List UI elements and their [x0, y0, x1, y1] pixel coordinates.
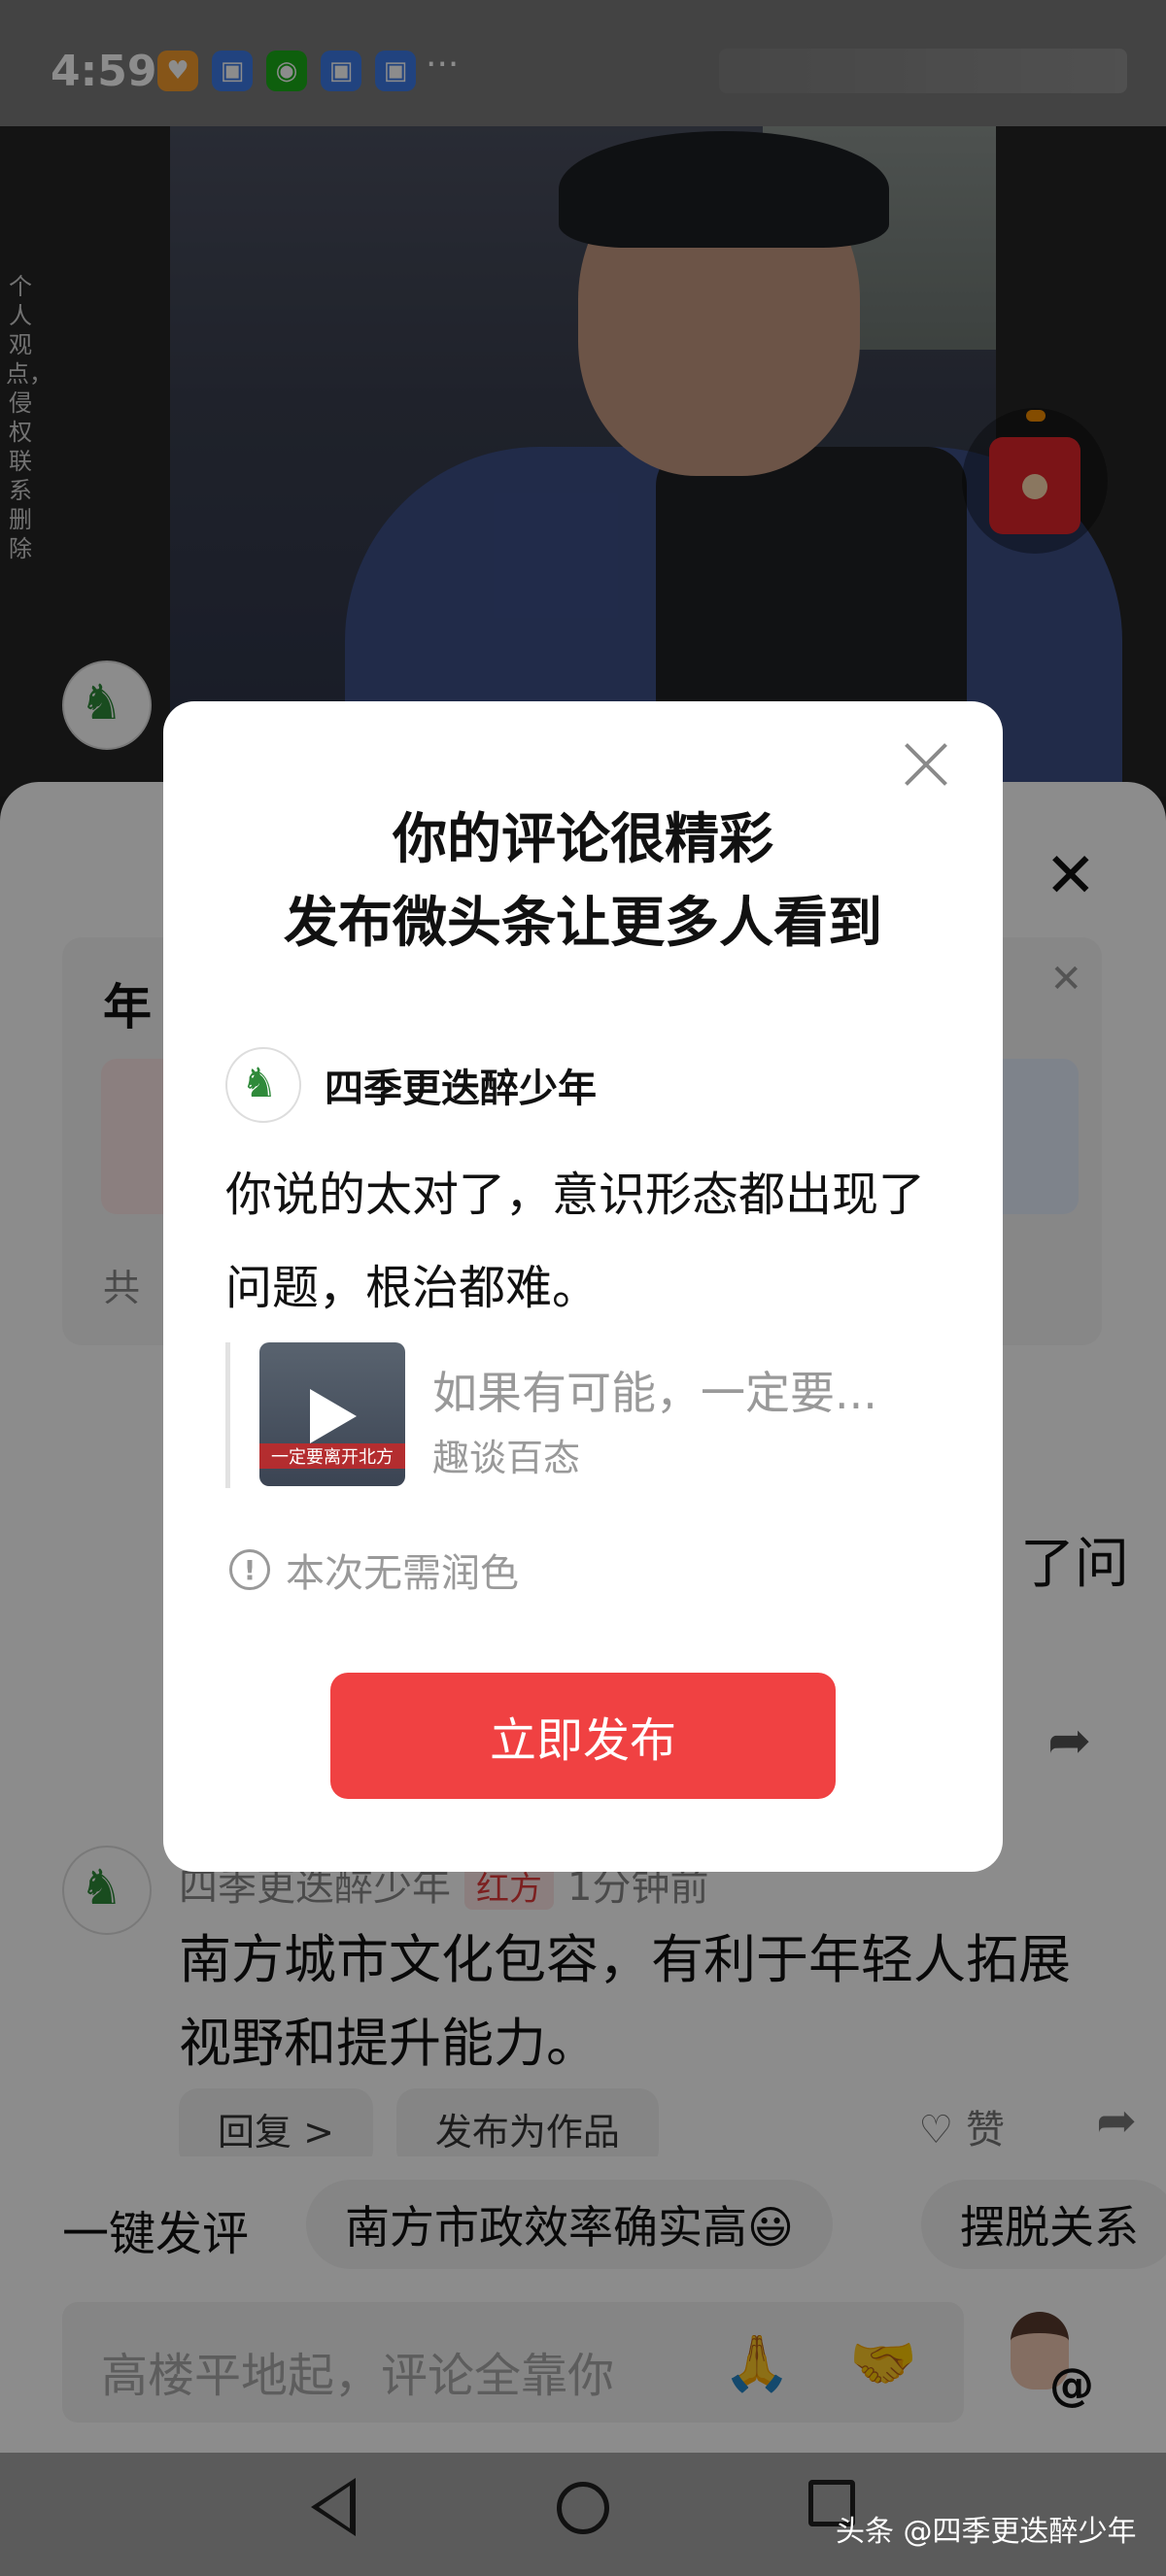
- back-icon[interactable]: [311, 2478, 356, 2536]
- dialog-username: 四季更迭醉少年: [325, 1067, 597, 1111]
- dialog-close-icon[interactable]: [902, 740, 950, 789]
- publish-dialog: 你的评论很精彩 发布微头条让更多人看到 ♞ 四季更迭醉少年 你说的太对了，意识形…: [163, 701, 1003, 1872]
- dialog-title-line2: 发布微头条让更多人看到: [284, 892, 882, 955]
- dialog-title: 你的评论很精彩 发布微头条让更多人看到: [163, 798, 1003, 966]
- quoted-video-title: 如果有可能，一定要...: [432, 1367, 877, 1419]
- system-nav-bar: 头条 @四季更迭醉少年: [0, 2453, 1166, 2576]
- thumbnail-caption: 一定要离开北方: [259, 1443, 405, 1469]
- watermark: 头条 @四季更迭醉少年: [836, 2515, 1137, 2549]
- horse-icon: ♞: [241, 1059, 278, 1106]
- dialog-user-avatar: ♞: [225, 1047, 301, 1123]
- dialog-comment-text: 你说的太对了，意识形态都出现了问题，根治都难。: [225, 1168, 926, 1315]
- info-icon: !: [229, 1549, 270, 1590]
- polish-note-text: 本次无需润色: [286, 1551, 519, 1596]
- quoted-video-source: 趣谈百态: [432, 1437, 581, 1479]
- publish-now-button[interactable]: 立即发布: [330, 1673, 836, 1799]
- home-icon[interactable]: [557, 2482, 609, 2534]
- video-thumbnail: 一定要离开北方: [259, 1342, 405, 1486]
- play-icon: [310, 1389, 357, 1443]
- dialog-title-line1: 你的评论很精彩: [393, 808, 773, 871]
- dialog-user: ♞ 四季更迭醉少年: [225, 1047, 597, 1123]
- polish-note: ! 本次无需润色: [229, 1542, 519, 1598]
- quoted-video[interactable]: 一定要离开北方 如果有可能，一定要... 趣谈百态: [225, 1342, 944, 1488]
